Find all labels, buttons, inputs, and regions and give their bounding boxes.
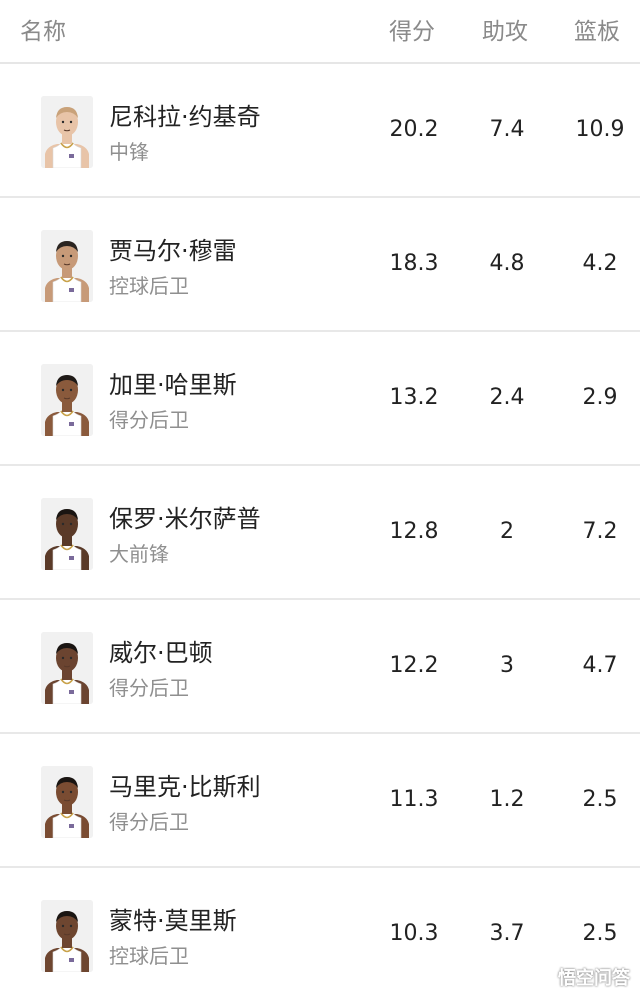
player-avatar[interactable] [41, 364, 93, 436]
player-rebounds: 2.9 [582, 385, 618, 410]
column-header-assists[interactable]: 助攻 [482, 12, 528, 46]
player-assists: 3.7 [489, 921, 525, 946]
table-row[interactable]: 加里·哈里斯得分后卫 13.2 2.4 2.9 [0, 332, 640, 466]
player-avatar[interactable] [41, 230, 93, 302]
player-avatar[interactable] [41, 498, 93, 570]
player-rebounds: 7.2 [582, 519, 618, 544]
table-row[interactable]: 贾马尔·穆雷控球后卫 18.3 4.8 4.2 [0, 198, 640, 332]
wukong-logo-icon [527, 964, 553, 990]
player-rebounds: 4.7 [582, 653, 618, 678]
player-avatar[interactable] [41, 900, 93, 972]
player-stats-list: 尼科拉·约基奇中锋 20.2 7.4 10.9 贾马尔·穆雷控球后卫 18.3 4.8 4.2… [0, 64, 640, 1002]
player-position: 大前锋 [109, 542, 169, 566]
player-points: 12.2 [389, 653, 439, 678]
player-points: 20.2 [389, 117, 439, 142]
player-position: 得分后卫 [109, 676, 189, 700]
column-header-rebounds[interactable]: 篮板 [574, 12, 620, 46]
player-rebounds: 4.2 [582, 251, 618, 276]
player-points: 13.2 [389, 385, 439, 410]
player-assists: 4.8 [489, 251, 525, 276]
player-rebounds: 10.9 [575, 117, 625, 142]
player-avatar[interactable] [41, 96, 93, 168]
player-points: 11.3 [389, 787, 439, 812]
player-assists: 2.4 [489, 385, 525, 410]
player-points: 12.8 [389, 519, 439, 544]
player-position: 控球后卫 [109, 944, 189, 968]
table-row[interactable]: 马里克·比斯利得分后卫 11.3 1.2 2.5 [0, 734, 640, 868]
watermark-text: 悟空问答 [558, 968, 630, 989]
player-name[interactable]: 加里·哈里斯 [109, 365, 237, 400]
player-name[interactable]: 蒙特·莫里斯 [109, 901, 237, 936]
player-position: 中锋 [109, 140, 149, 164]
player-position: 控球后卫 [109, 274, 189, 298]
player-name[interactable]: 贾马尔·穆雷 [109, 231, 237, 266]
player-points: 18.3 [389, 251, 439, 276]
player-name[interactable]: 威尔·巴顿 [109, 633, 213, 668]
player-name[interactable]: 保罗·米尔萨普 [109, 499, 261, 534]
player-assists: 1.2 [489, 787, 525, 812]
table-row[interactable]: 尼科拉·约基奇中锋 20.2 7.4 10.9 [0, 64, 640, 198]
player-name[interactable]: 尼科拉·约基奇 [109, 97, 261, 132]
player-points: 10.3 [389, 921, 439, 946]
player-position: 得分后卫 [109, 408, 189, 432]
column-header-name[interactable]: 名称 [20, 12, 66, 46]
player-name[interactable]: 马里克·比斯利 [109, 767, 261, 802]
table-header: 名称 得分 助攻 篮板 [0, 0, 640, 64]
table-row[interactable]: 威尔·巴顿得分后卫 12.2 3 4.7 [0, 600, 640, 734]
player-avatar[interactable] [41, 632, 93, 704]
player-position: 得分后卫 [109, 810, 189, 834]
player-assists: 7.4 [489, 117, 525, 142]
table-row[interactable]: 保罗·米尔萨普大前锋 12.8 2 7.2 [0, 466, 640, 600]
player-rebounds: 2.5 [582, 921, 618, 946]
player-assists: 2 [500, 519, 514, 544]
player-rebounds: 2.5 [582, 787, 618, 812]
watermark: 悟空问答 [527, 964, 630, 990]
player-assists: 3 [500, 653, 514, 678]
column-header-points[interactable]: 得分 [389, 12, 435, 46]
player-avatar[interactable] [41, 766, 93, 838]
